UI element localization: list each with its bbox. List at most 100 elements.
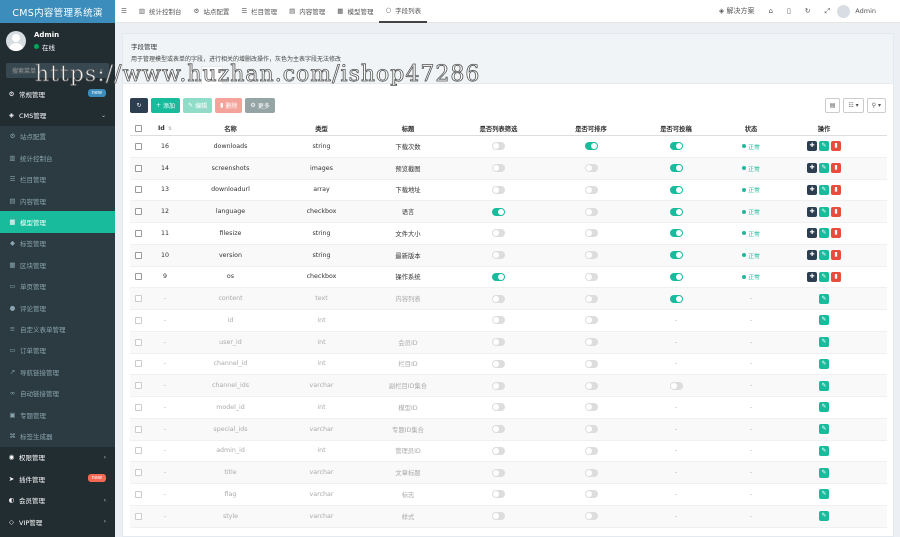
sortable-toggle[interactable]	[584, 251, 598, 260]
delete-icon[interactable]: ▮	[831, 206, 841, 217]
edit-icon[interactable]: ✎	[819, 293, 829, 304]
menu-toggle-icon[interactable]: ☰	[115, 0, 133, 23]
sidebar-item[interactable]: ▥ 统计控制台	[0, 147, 115, 169]
sidebar-item[interactable]: ◐ 会员管理 ‹	[0, 489, 115, 510]
drag-handle-icon[interactable]: ✚	[807, 206, 817, 217]
list-filter-toggle[interactable]	[492, 142, 505, 151]
list-filter-toggle[interactable]	[492, 338, 505, 347]
refresh-button[interactable]: ↻	[130, 98, 148, 113]
drag-handle-icon[interactable]: ✚	[807, 250, 817, 261]
postable-toggle[interactable]	[669, 381, 683, 390]
drag-handle-icon[interactable]: ✚	[807, 184, 817, 195]
top-tab[interactable]: ▥ 统计控制台	[133, 0, 188, 23]
sortable-toggle[interactable]	[584, 403, 598, 412]
edit-icon[interactable]: ✎	[819, 228, 829, 239]
sortable-toggle[interactable]	[584, 272, 598, 281]
edit-icon[interactable]: ✎	[819, 206, 829, 217]
top-avatar[interactable]	[837, 4, 851, 18]
search-icon[interactable]: ⌕	[100, 67, 103, 75]
list-filter-toggle[interactable]	[492, 272, 505, 281]
edit-icon[interactable]: ✎	[819, 358, 829, 369]
list-filter-toggle[interactable]	[492, 446, 505, 455]
sidebar-item[interactable]: ▦ 模型管理	[0, 211, 115, 233]
sidebar-item[interactable]: ⌘ 标签生成器	[0, 425, 115, 447]
list-filter-toggle[interactable]	[492, 381, 505, 390]
row-checkbox[interactable]	[135, 186, 142, 194]
delete-icon[interactable]: ▮	[831, 163, 841, 174]
list-filter-toggle[interactable]	[492, 294, 505, 303]
app-brand[interactable]: CMS内容管理系统演	[0, 0, 115, 23]
drag-handle-icon[interactable]: ✚	[807, 271, 817, 282]
postable-toggle[interactable]	[669, 251, 683, 260]
row-checkbox[interactable]	[135, 229, 142, 237]
sidebar-item[interactable]: ⚙ 站点配置	[0, 125, 115, 148]
home-icon[interactable]: ⌂	[761, 7, 779, 15]
more-button[interactable]: ⚙ 更多	[245, 98, 275, 113]
sortable-toggle[interactable]	[584, 164, 598, 173]
sidebar-item[interactable]: ◆ 标签管理	[0, 232, 115, 255]
postable-toggle[interactable]	[669, 164, 683, 173]
sortable-toggle[interactable]	[584, 338, 598, 347]
postable-toggle[interactable]	[669, 207, 683, 216]
row-checkbox[interactable]	[135, 273, 142, 281]
sidebar-item[interactable]: ◇ VIP管理 ‹	[0, 511, 115, 532]
export-button[interactable]: ⚲ ▾	[866, 98, 886, 113]
edit-button[interactable]: ✎ 编辑	[183, 98, 213, 113]
sortable-toggle[interactable]	[584, 185, 598, 194]
sortable-toggle[interactable]	[584, 490, 598, 499]
list-filter-toggle[interactable]	[492, 164, 505, 173]
solution-link[interactable]: ◈ 解决方案	[712, 6, 762, 16]
row-checkbox[interactable]	[135, 142, 142, 150]
delete-icon[interactable]: ▮	[831, 271, 841, 282]
sidebar-item[interactable]: ▦ 区块管理	[0, 254, 115, 276]
edit-icon[interactable]: ✎	[819, 489, 829, 500]
edit-icon[interactable]: ✎	[819, 141, 829, 152]
columns-button[interactable]: ☷ ▾	[843, 98, 864, 113]
edit-icon[interactable]: ✎	[819, 402, 829, 413]
sidebar-search-input[interactable]: 搜索菜单 ⌕	[6, 63, 109, 78]
sortable-toggle[interactable]	[584, 294, 598, 303]
delete-button[interactable]: ▮ 删除	[215, 98, 243, 113]
postable-toggle[interactable]	[669, 185, 683, 194]
list-filter-toggle[interactable]	[492, 251, 505, 260]
sidebar-item[interactable]: ▭ 单页管理	[0, 275, 115, 297]
list-filter-toggle[interactable]	[492, 359, 505, 368]
sortable-toggle[interactable]	[584, 381, 598, 390]
sortable-toggle[interactable]	[584, 446, 598, 455]
list-filter-toggle[interactable]	[492, 468, 505, 477]
header-id[interactable]: Id ⇅	[147, 122, 183, 135]
drag-handle-icon[interactable]: ✚	[807, 141, 817, 152]
sortable-toggle[interactable]	[584, 425, 598, 434]
sidebar-item[interactable]: ☰ 栏目管理	[0, 168, 115, 190]
sidebar-item[interactable]: ◉ 权限管理 ‹	[0, 447, 115, 468]
sidebar-item[interactable]: ● 评论管理	[0, 296, 115, 319]
sidebar-item[interactable]: ▣ 专题管理	[0, 403, 115, 426]
list-filter-toggle[interactable]	[492, 207, 505, 216]
row-checkbox[interactable]	[135, 251, 142, 259]
top-tab[interactable]: ▤ 内容管理	[283, 0, 331, 23]
list-filter-toggle[interactable]	[492, 229, 505, 238]
drag-handle-icon[interactable]: ✚	[807, 163, 817, 174]
sortable-toggle[interactable]	[584, 316, 598, 325]
list-filter-toggle[interactable]	[492, 316, 505, 325]
list-filter-toggle[interactable]	[492, 490, 505, 499]
delete-icon[interactable]: ▮	[831, 184, 841, 195]
sortable-toggle[interactable]	[584, 207, 598, 216]
edit-icon[interactable]: ✎	[819, 250, 829, 261]
edit-icon[interactable]: ✎	[819, 337, 829, 348]
list-filter-toggle[interactable]	[492, 403, 505, 412]
edit-icon[interactable]: ✎	[819, 511, 829, 522]
panel-tab[interactable]	[201, 66, 223, 84]
postable-toggle[interactable]	[669, 272, 683, 281]
delete-icon[interactable]: ▮	[831, 228, 841, 239]
sortable-toggle[interactable]	[584, 359, 598, 368]
delete-icon[interactable]: ▮	[831, 250, 841, 261]
delete-icon[interactable]: ▮	[831, 141, 841, 152]
postable-toggle[interactable]	[669, 142, 683, 151]
postable-toggle[interactable]	[669, 229, 683, 238]
sidebar-item[interactable]: ◈ CMS管理 ⌄	[0, 104, 115, 125]
top-tab[interactable]: ☰ 栏目管理	[235, 0, 283, 23]
sortable-toggle[interactable]	[584, 512, 598, 521]
edit-icon[interactable]: ✎	[819, 467, 829, 478]
edit-icon[interactable]: ✎	[819, 380, 829, 391]
